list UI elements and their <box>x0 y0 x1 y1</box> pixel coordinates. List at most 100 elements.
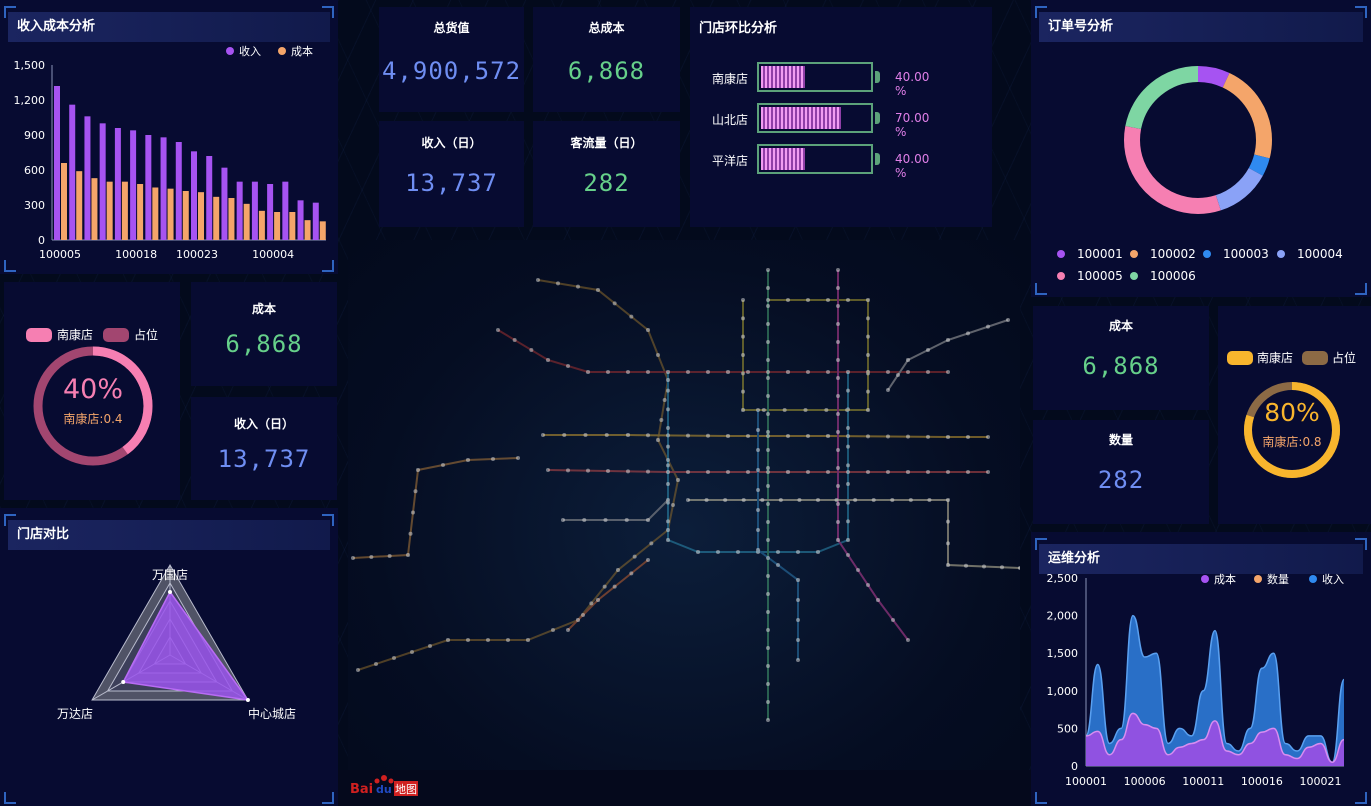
metro-map[interactable] <box>348 240 1020 770</box>
chain-row-1: 南康店 40.00 % <box>700 62 940 98</box>
bar <box>76 171 83 240</box>
bar <box>206 156 213 240</box>
bar <box>312 202 319 240</box>
legend-main-label: 南康店 <box>1257 350 1293 365</box>
right-cost-value: 6,868 <box>1082 352 1160 380</box>
metro-lines <box>351 268 1020 722</box>
svg-text:Bai: Bai <box>350 782 373 797</box>
bar <box>243 203 250 240</box>
legend-label: 100005 <box>1077 269 1123 283</box>
kpi-total-value-value: 4,900,572 <box>381 57 522 85</box>
legend-dot <box>1130 250 1138 258</box>
bar <box>236 181 243 240</box>
left-income-card: 收入（日） 13,737 <box>191 397 337 500</box>
kpi-total-cost-label: 总成本 <box>588 21 625 35</box>
battery-fill <box>761 107 841 129</box>
bar <box>182 191 189 240</box>
ring-left-sub: 南康店:0.4 <box>63 411 122 426</box>
bar <box>84 116 91 240</box>
y-tick-label: 1,500 <box>14 59 46 72</box>
radar-point <box>245 698 250 702</box>
bar <box>274 212 281 240</box>
y-tick-label: 1,200 <box>14 94 46 107</box>
bar <box>297 200 304 240</box>
chain-compare-title: 门店环比分析 <box>699 21 778 36</box>
bar <box>121 181 128 240</box>
bar <box>213 196 220 240</box>
x-tick-label: 100001 <box>1065 775 1107 788</box>
left-cost-card: 成本 6,868 <box>191 282 337 386</box>
radar-axis-label: 万国店 <box>152 568 188 582</box>
bar <box>137 184 144 240</box>
ops-area-chart: 成本 数量 收入 0 500 1,000 1,500 2,000 2,500 100001 100… <box>1047 572 1345 788</box>
kpi-traffic-day: 客流量（日） 282 <box>533 121 680 227</box>
legend-label: 100001 <box>1077 247 1123 261</box>
bar <box>145 135 152 240</box>
legend-dot <box>1254 575 1262 583</box>
ring-left-panel: 南康店 占位 40% 南康店:0.4 <box>4 282 180 500</box>
legend-rest-label: 占位 <box>1332 350 1356 365</box>
store-compare-panel: 门店对比 万国店 中心城店 万达店 <box>0 508 338 806</box>
chain-row-name: 南康店 <box>712 72 749 86</box>
left-cost-label: 成本 <box>251 302 276 316</box>
legend-label: 100002 <box>1150 247 1196 261</box>
chain-row-2: 山北店 70.00 % <box>700 103 940 139</box>
ring-right-sub: 南康店:0.8 <box>1262 434 1321 449</box>
chain-row-name: 山北店 <box>712 113 749 127</box>
bar <box>61 163 67 240</box>
chain-row-pct: 70.00 % <box>895 111 930 139</box>
radar-axis-label: 万达店 <box>57 707 93 721</box>
legend-swatch-rest <box>1302 351 1328 365</box>
legend-rest-label: 占位 <box>134 327 158 342</box>
right-qty-value: 282 <box>1097 466 1145 494</box>
order-donut-chart: 100001 100002 100003 100004 100005 100006 <box>1057 66 1343 283</box>
y-tick-label: 2,000 <box>1047 610 1079 623</box>
revenue-cost-panel: 收入成本分析 收入 成本 0 300 600 900 1,200 1,500 100005 10… <box>0 0 338 274</box>
radar-point <box>121 680 126 684</box>
y-tick-label: 1,000 <box>1047 685 1079 698</box>
bar <box>319 221 326 240</box>
legend-label: 成本 <box>291 44 313 58</box>
y-tick-label: 2,500 <box>1047 572 1079 585</box>
right-cost-label: 成本 <box>1108 319 1133 333</box>
bar <box>175 142 182 240</box>
bar <box>228 198 235 240</box>
x-tick-label: 100006 <box>1124 775 1166 788</box>
y-tick-label: 600 <box>24 164 45 177</box>
x-tick-label: 100005 <box>39 248 81 261</box>
baidu-map-logo[interactable]: Bai du 地图 <box>350 774 420 798</box>
battery-bar <box>757 144 873 174</box>
bottom-bar <box>338 770 1031 806</box>
y-tick-label: 500 <box>1057 722 1078 735</box>
y-tick-label: 0 <box>38 234 45 247</box>
order-analysis-panel: 订单号分析 100001 100002 100003 100004 100005 1000… <box>1031 0 1371 297</box>
ring-right-panel: 南康店 占位 80% 南康店:0.8 <box>1218 306 1371 524</box>
right-cost-card: 成本 6,868 <box>1033 306 1209 410</box>
bar <box>198 192 204 240</box>
left-income-value: 13,737 <box>217 445 311 473</box>
chain-row-pct: 40.00 % <box>895 152 930 180</box>
chain-row-3: 平洋店 40.00 % <box>700 144 940 180</box>
bar <box>221 167 228 240</box>
radar-chart: 万国店中心城店 万达店 <box>57 564 296 721</box>
ring-left-percent: 40% <box>63 374 123 405</box>
legend-label: 成本 <box>1214 572 1236 586</box>
legend-label: 收入 <box>1322 572 1344 586</box>
ops-analysis-panel: 运维分析 成本 数量 收入 0 500 1,000 1,500 2,000 2,500 1000… <box>1031 532 1371 806</box>
legend-dot <box>226 47 234 55</box>
legend-swatch-rest <box>103 328 129 342</box>
x-tick-label: 100021 <box>1300 775 1342 788</box>
bar <box>289 212 296 240</box>
right-qty-label: 数量 <box>1108 433 1133 447</box>
kpi-total-cost: 总成本 6,868 <box>533 7 680 112</box>
radar-axis-label: 中心城店 <box>248 706 296 721</box>
legend-label: 数量 <box>1267 573 1289 586</box>
bar <box>251 181 258 240</box>
bar <box>91 178 98 240</box>
legend-dot <box>1277 250 1285 258</box>
legend-dot <box>1130 272 1138 280</box>
legend-label: 100004 <box>1297 247 1343 261</box>
kpi-total-value: 总货值 4,900,572 <box>379 7 524 112</box>
bar <box>258 210 265 240</box>
legend-dot <box>1057 250 1065 258</box>
